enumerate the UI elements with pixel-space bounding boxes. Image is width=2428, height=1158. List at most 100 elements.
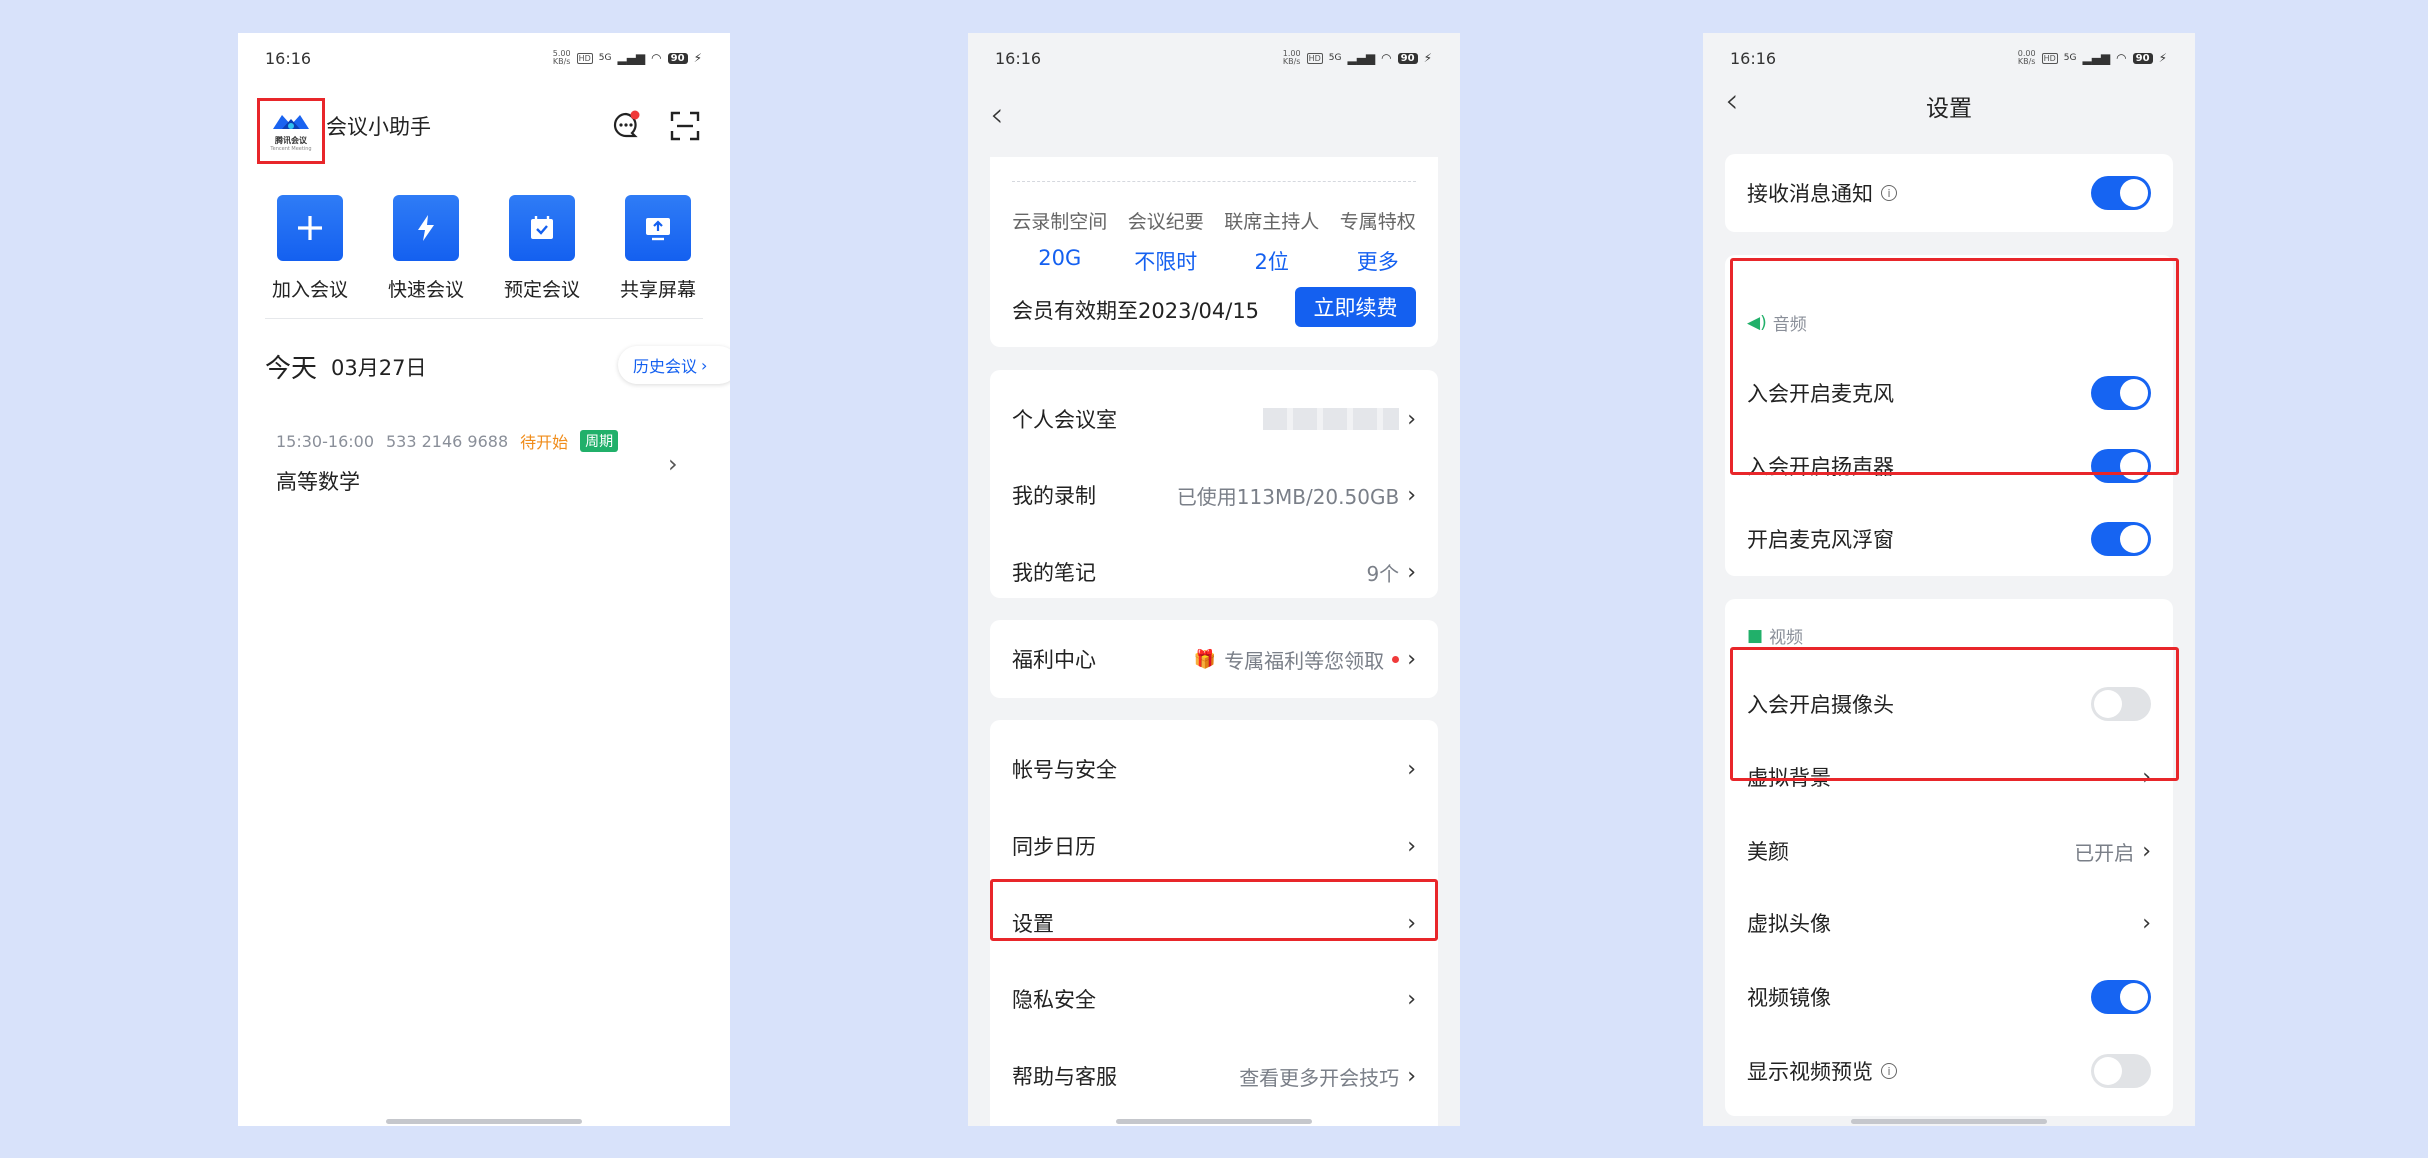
status-label: 待开始	[520, 433, 569, 452]
membership-expiry: 会员有效期至2023/04/15	[1012, 299, 1260, 323]
scan-icon[interactable]	[670, 111, 700, 141]
status-time: 16:16	[265, 48, 312, 68]
chevron-right-icon: ›	[1407, 756, 1416, 782]
status-bar: 16:16 5.00 KB/s HD 5G ▂▄▆ ◠ 90 ⚡	[238, 33, 730, 83]
highlight-settings	[990, 879, 1438, 941]
virtual-avatar-row[interactable]: 虚拟头像 ›	[1725, 893, 2173, 953]
status-time: 16:16	[995, 48, 1042, 68]
info-icon[interactable]: i	[1881, 1063, 1897, 1079]
info-icon[interactable]: i	[1881, 185, 1897, 201]
chevron-right-icon[interactable]: ›	[668, 450, 678, 478]
5g-icon: 5G	[598, 53, 612, 63]
privacy-security-row[interactable]: 隐私安全 ›	[990, 969, 1438, 1029]
history-meetings-button[interactable]: 历史会议 ›	[618, 346, 730, 384]
chevron-right-icon: ›	[2142, 838, 2151, 864]
camera-icon: ■	[1747, 625, 1764, 646]
app-name: 会议小助手	[326, 115, 431, 139]
divider	[265, 318, 703, 319]
battery-icon: 90	[2132, 52, 2153, 64]
signal-icon: ▂▄▆	[2082, 51, 2111, 65]
video-mirror-row: 视频镜像	[1725, 967, 2173, 1027]
my-notes-row[interactable]: 我的笔记 9个 ›	[990, 542, 1438, 602]
my-recordings-row[interactable]: 我的录制 已使用113MB/20.50GB ›	[990, 465, 1438, 525]
highlight-audio	[1730, 258, 2179, 475]
account-group: 个人会议室 › 我的录制 已使用113MB/20.50GB › 我的笔记 9个 ›	[990, 370, 1438, 598]
beauty-row[interactable]: 美颜 已开启 ›	[1725, 821, 2173, 881]
chevron-right-icon: ›	[701, 355, 708, 375]
video-preview-row: 显示视频预览 i	[1725, 1041, 2173, 1101]
signal-icon: ▂▄▆	[617, 51, 646, 65]
quota-privileges[interactable]: 专属特权 更多	[1340, 207, 1416, 276]
status-bar: 16:16 0.00 KB/s HD 5G ▂▄▆ ◠ 90 ⚡	[1703, 33, 2195, 83]
home-screen: 16:16 5.00 KB/s HD 5G ▂▄▆ ◠ 90 ⚡ 腾讯会议 Ten…	[238, 33, 730, 1126]
quota-cohost[interactable]: 联席主持人 2位	[1224, 207, 1319, 276]
highlight-video	[1730, 647, 2179, 781]
today-label: 今天	[265, 354, 318, 384]
net-speed: 0.00 KB/s	[2017, 49, 2036, 66]
notification-dot	[1392, 655, 1400, 663]
quick-actions: 加入会议 快速会议 预定会议 共享屏幕	[238, 195, 730, 302]
join-meeting-button[interactable]: 加入会议	[264, 195, 356, 302]
hd-icon: HD	[2041, 52, 2058, 64]
calendar-check-icon	[509, 195, 575, 261]
home-indicator	[386, 1119, 582, 1124]
welfare-group: 福利中心 🎁 专属福利等您领取 ›	[990, 620, 1438, 698]
signal-icon: ▂▄▆	[1347, 51, 1376, 65]
chevron-right-icon: ›	[1407, 482, 1416, 508]
today-date: 03月27日	[331, 356, 427, 380]
video-preview-toggle[interactable]	[2091, 1054, 2151, 1088]
home-indicator	[1851, 1119, 2047, 1124]
welfare-center-row[interactable]: 福利中心 🎁 专属福利等您领取 ›	[990, 629, 1438, 689]
video-mirror-toggle[interactable]	[2091, 980, 2151, 1014]
divider	[1012, 181, 1416, 182]
hd-icon: HD	[576, 52, 593, 64]
page-title: 设置	[1926, 96, 1972, 122]
video-section-header: ■ 视频	[1747, 625, 1804, 649]
meeting-meta: 15:30-16:00 533 2146 9688 待开始 周期	[276, 429, 619, 453]
account-security-row[interactable]: 帐号与安全 ›	[990, 739, 1438, 799]
personal-room-row[interactable]: 个人会议室 ›	[990, 389, 1438, 449]
charging-icon: ⚡	[2158, 51, 2167, 65]
charging-icon: ⚡	[693, 51, 702, 65]
quick-meeting-button[interactable]: 快速会议	[380, 195, 472, 302]
chevron-right-icon: ›	[1407, 646, 1416, 672]
status-bar: 16:16 1.00 KB/s HD 5G ▂▄▆ ◠ 90 ⚡	[968, 33, 1460, 83]
quota-cloud-recording[interactable]: 云录制空间 20G	[1012, 207, 1107, 276]
notify-toggle[interactable]	[2091, 176, 2151, 210]
chevron-right-icon: ›	[1407, 833, 1416, 859]
share-screen-button[interactable]: 共享屏幕	[612, 195, 704, 302]
battery-icon: 90	[667, 52, 688, 64]
wifi-icon: ◠	[2116, 51, 2127, 65]
notify-group: 接收消息通知 i	[1725, 154, 2173, 232]
home-indicator	[1116, 1119, 1312, 1124]
chevron-right-icon: ›	[2142, 910, 2151, 936]
net-speed: 1.00 KB/s	[1282, 49, 1301, 66]
plus-icon	[277, 195, 343, 261]
hd-icon: HD	[1306, 52, 1323, 64]
wifi-icon: ◠	[651, 51, 662, 65]
gift-icon: 🎁	[1193, 648, 1217, 670]
meeting-title[interactable]: 高等数学	[276, 466, 360, 496]
status-time: 16:16	[1730, 48, 1777, 68]
settings-screen: 16:16 0.00 KB/s HD 5G ▂▄▆ ◠ 90 ⚡ ‹ 设置 接收消…	[1703, 33, 2195, 1126]
quota-row: 云录制空间 20G 会议纪要 不限时 联席主持人 2位 专属特权 更多	[990, 207, 1438, 276]
mic-float-toggle[interactable]	[2091, 522, 2151, 556]
notify-row: 接收消息通知 i	[1725, 163, 2173, 223]
app-logo[interactable]: 腾讯会议 Tencent Meeting	[257, 98, 325, 164]
5g-icon: 5G	[2063, 53, 2077, 63]
lightning-icon	[393, 195, 459, 261]
chevron-right-icon: ›	[1407, 406, 1416, 432]
message-icon[interactable]	[611, 110, 641, 140]
membership-card: 云录制空间 20G 会议纪要 不限时 联席主持人 2位 专属特权 更多 会员有效…	[990, 157, 1438, 347]
charging-icon: ⚡	[1423, 51, 1432, 65]
share-screen-icon	[625, 195, 691, 261]
renew-button[interactable]: 立即续费	[1295, 287, 1416, 327]
sync-calendar-row[interactable]: 同步日历 ›	[990, 816, 1438, 876]
help-service-row[interactable]: 帮助与客服 查看更多开会技巧 ›	[990, 1046, 1438, 1106]
mic-float-row: 开启麦克风浮窗	[1725, 509, 2173, 569]
back-icon[interactable]: ‹	[990, 95, 1004, 135]
quota-minutes[interactable]: 会议纪要 不限时	[1128, 207, 1204, 276]
tencent-meeting-logo-icon	[273, 114, 309, 129]
schedule-meeting-button[interactable]: 预定会议	[496, 195, 588, 302]
5g-icon: 5G	[1328, 53, 1342, 63]
